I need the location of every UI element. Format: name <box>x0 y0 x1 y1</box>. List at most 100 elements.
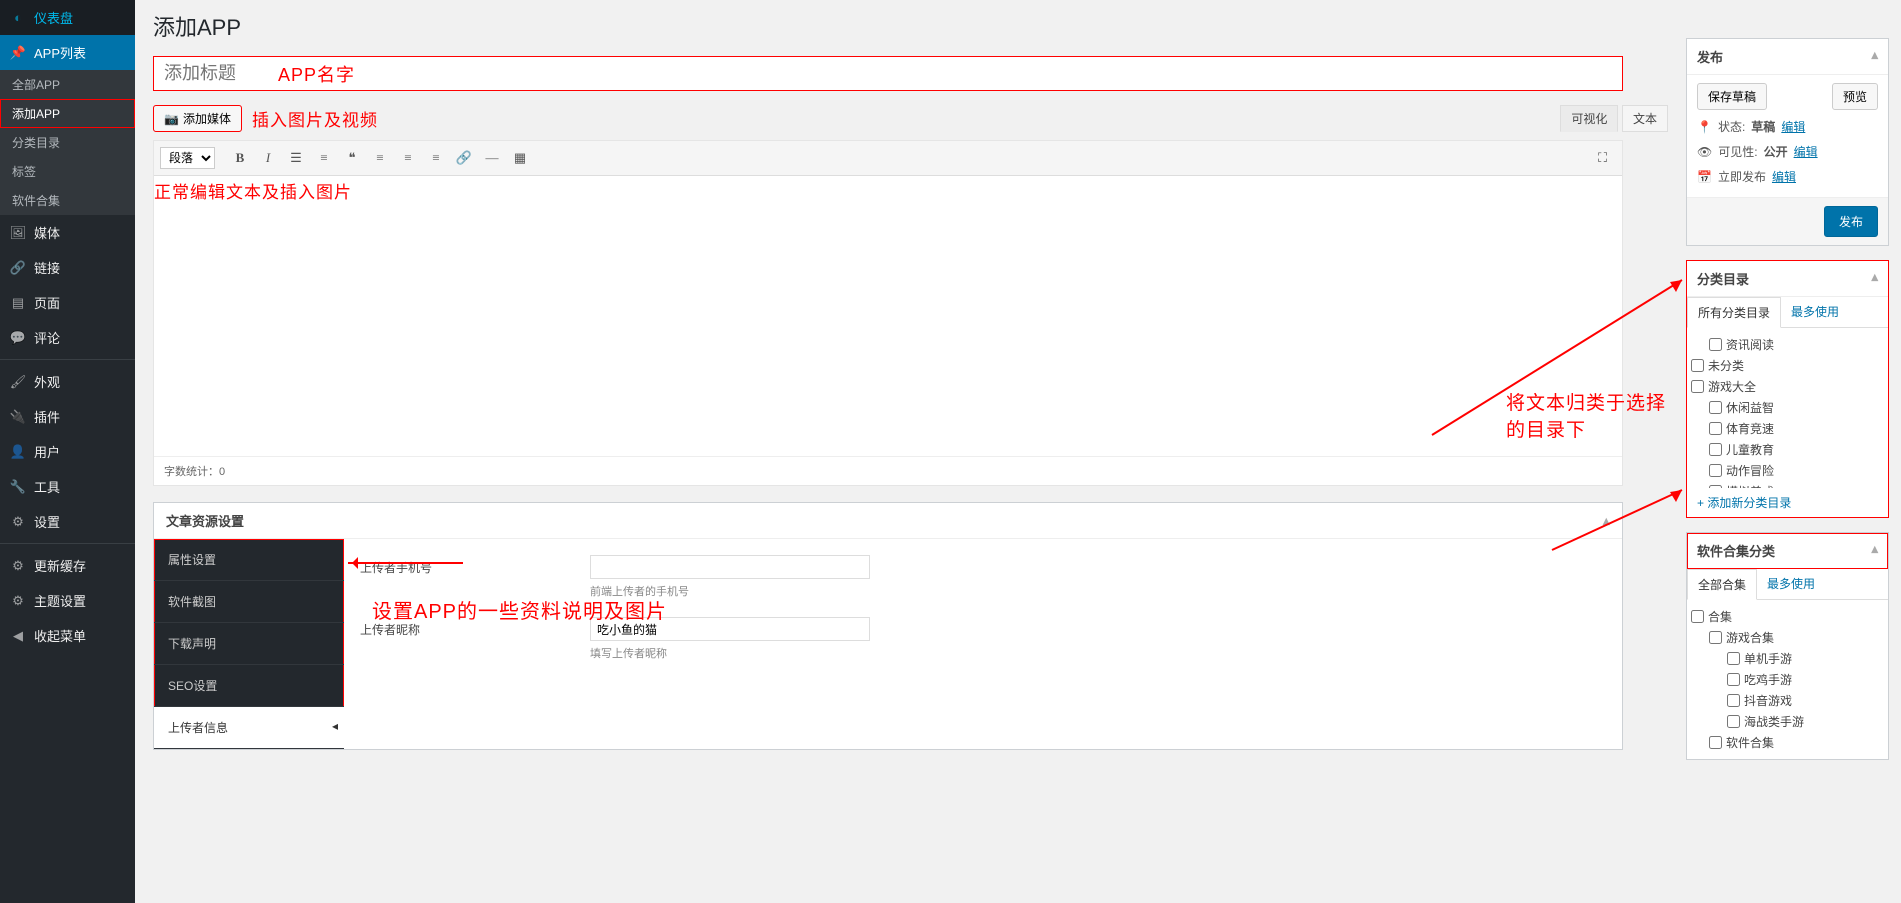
sidebar-item-5[interactable]: 💬评论 <box>0 320 135 355</box>
more-button[interactable]: — <box>479 145 505 171</box>
bullet-list-button[interactable]: ☰ <box>283 145 309 171</box>
set-tab-all[interactable]: 全部合集 <box>1687 569 1757 600</box>
resource-metabox-title: 文章资源设置 <box>166 511 244 530</box>
link-button[interactable]: 🔗 <box>451 145 477 171</box>
menu-icon: 💬 <box>10 330 26 346</box>
admin-sidebar: ◐仪表盘📌APP列表全部APP添加APP分类目录标签软件合集🖼媒体🔗链接▤页面💬… <box>0 0 135 903</box>
category-checkbox[interactable] <box>1709 401 1722 414</box>
eye-icon: 👁 <box>1697 145 1712 159</box>
toolbar-toggle-button[interactable]: ▦ <box>507 145 533 171</box>
sidebar-item-14[interactable]: ⚙主题设置 <box>0 583 135 618</box>
category-item[interactable]: 动作冒险 <box>1691 460 1884 481</box>
align-right-button[interactable]: ≡ <box>423 145 449 171</box>
sidebar-item-11[interactable]: ⚙设置 <box>0 504 135 539</box>
editor-content[interactable]: 正常编辑文本及插入图片 <box>154 176 1622 456</box>
category-item[interactable]: 单机手游 <box>1691 648 1884 669</box>
category-checkbox[interactable] <box>1709 736 1722 749</box>
italic-button[interactable]: I <box>255 145 281 171</box>
sidebar-item-2[interactable]: 🖼媒体 <box>0 215 135 250</box>
category-item[interactable]: 游戏大全 <box>1691 376 1884 397</box>
edit-status-link[interactable]: 编辑 <box>1781 118 1805 135</box>
category-item[interactable]: 资讯阅读 <box>1691 334 1884 355</box>
category-checkbox[interactable] <box>1727 694 1740 707</box>
number-list-button[interactable]: ≡ <box>311 145 337 171</box>
sidebar-item-0[interactable]: ◐仪表盘 <box>0 0 135 35</box>
sidebar-sub-item[interactable]: 添加APP <box>0 99 135 128</box>
sidebar-item-15[interactable]: ◀收起菜单 <box>0 618 135 653</box>
sidebar-item-10[interactable]: 🔧工具 <box>0 469 135 504</box>
category-item[interactable]: 软件合集 <box>1691 732 1884 753</box>
category-checkbox[interactable] <box>1709 485 1722 488</box>
edit-date-link[interactable]: 编辑 <box>1772 168 1796 185</box>
resource-tab[interactable]: 属性设置 <box>154 539 344 581</box>
tab-text[interactable]: 文本 <box>1622 105 1668 132</box>
sidebar-item-4[interactable]: ▤页面 <box>0 285 135 320</box>
category-checkbox[interactable] <box>1709 631 1722 644</box>
category-item[interactable]: 儿童教育 <box>1691 439 1884 460</box>
edit-visibility-link[interactable]: 编辑 <box>1794 143 1818 160</box>
publish-button[interactable]: 发布 <box>1824 206 1878 237</box>
sidebar-item-1[interactable]: 📌APP列表 <box>0 35 135 70</box>
publish-panel-title: 发布 <box>1697 47 1723 66</box>
sidebar-sub-item[interactable]: 分类目录 <box>0 128 135 157</box>
bold-button[interactable]: B <box>227 145 253 171</box>
set-tab-most[interactable]: 最多使用 <box>1757 569 1825 599</box>
sidebar-item-3[interactable]: 🔗链接 <box>0 250 135 285</box>
category-checkbox[interactable] <box>1727 652 1740 665</box>
annotation-arrow-resource <box>348 562 463 564</box>
resource-tab[interactable]: 上传者信息 <box>154 707 344 749</box>
category-item[interactable]: 游戏合集 <box>1691 627 1884 648</box>
category-checkbox[interactable] <box>1709 338 1722 351</box>
post-title-input[interactable] <box>153 56 1623 91</box>
category-checkbox[interactable] <box>1727 715 1740 728</box>
resource-tab[interactable]: 软件截图 <box>154 581 344 623</box>
sidebar-item-9[interactable]: 👤用户 <box>0 434 135 469</box>
sidebar-item-8[interactable]: 🔌插件 <box>0 399 135 434</box>
category-checkbox[interactable] <box>1691 359 1704 372</box>
category-item[interactable]: 体育竞速 <box>1691 418 1884 439</box>
sidebar-item-13[interactable]: ⚙更新缓存 <box>0 548 135 583</box>
panel-toggle[interactable]: ▴ <box>1871 269 1878 288</box>
category-list: 资讯阅读 未分类 游戏大全 休闲益智 体育竞速 儿童教育 动作冒险 模拟养成 <box>1687 328 1888 488</box>
panel-toggle[interactable]: ▴ <box>1871 541 1878 560</box>
field-input[interactable] <box>590 555 870 579</box>
category-item[interactable]: 未分类 <box>1691 355 1884 376</box>
add-category-link[interactable]: + 添加新分类目录 <box>1687 488 1888 517</box>
category-item[interactable]: 休闲益智 <box>1691 397 1884 418</box>
format-select[interactable]: 段落 <box>160 147 215 169</box>
category-checkbox[interactable] <box>1709 422 1722 435</box>
sidebar-sub-item[interactable]: 软件合集 <box>0 186 135 215</box>
sidebar-sub-item[interactable]: 全部APP <box>0 70 135 99</box>
category-checkbox[interactable] <box>1709 464 1722 477</box>
category-item[interactable]: 海战类手游 <box>1691 711 1884 732</box>
align-center-button[interactable]: ≡ <box>395 145 421 171</box>
sidebar-sub-item[interactable]: 标签 <box>0 157 135 186</box>
category-item[interactable]: 抖音游戏 <box>1691 690 1884 711</box>
resource-tab[interactable]: SEO设置 <box>154 665 344 707</box>
sidebar-item-7[interactable]: 🖌外观 <box>0 364 135 399</box>
save-draft-button[interactable]: 保存草稿 <box>1697 83 1767 110</box>
category-checkbox[interactable] <box>1709 443 1722 456</box>
cat-tab-all[interactable]: 所有分类目录 <box>1687 297 1781 328</box>
fullscreen-button[interactable]: ⛶ <box>1590 145 1616 171</box>
resource-metabox: 文章资源设置 ▴ 属性设置软件截图下载声明SEO设置上传者信息 设置APP的一些… <box>153 502 1623 750</box>
category-item[interactable]: 合集 <box>1691 606 1884 627</box>
align-left-button[interactable]: ≡ <box>367 145 393 171</box>
menu-icon: 📌 <box>10 45 26 61</box>
metabox-toggle[interactable]: ▴ <box>1603 513 1610 529</box>
category-item[interactable]: 吃鸡手游 <box>1691 669 1884 690</box>
category-checkbox[interactable] <box>1727 673 1740 686</box>
tab-visual[interactable]: 可视化 <box>1560 105 1618 132</box>
quote-button[interactable]: ❝ <box>339 145 365 171</box>
cat-tab-most[interactable]: 最多使用 <box>1781 297 1849 327</box>
add-media-button[interactable]: 📷 添加媒体 <box>153 105 242 132</box>
category-checkbox[interactable] <box>1691 380 1704 393</box>
category-item[interactable]: 模拟养成 <box>1691 481 1884 488</box>
resource-tab[interactable]: 下载声明 <box>154 623 344 665</box>
field-input[interactable] <box>590 617 870 641</box>
category-panel-title: 分类目录 <box>1697 269 1749 288</box>
field-label: 上传者昵称 <box>360 617 590 638</box>
panel-toggle[interactable]: ▴ <box>1871 47 1878 66</box>
preview-button[interactable]: 预览 <box>1832 83 1878 110</box>
category-checkbox[interactable] <box>1691 610 1704 623</box>
